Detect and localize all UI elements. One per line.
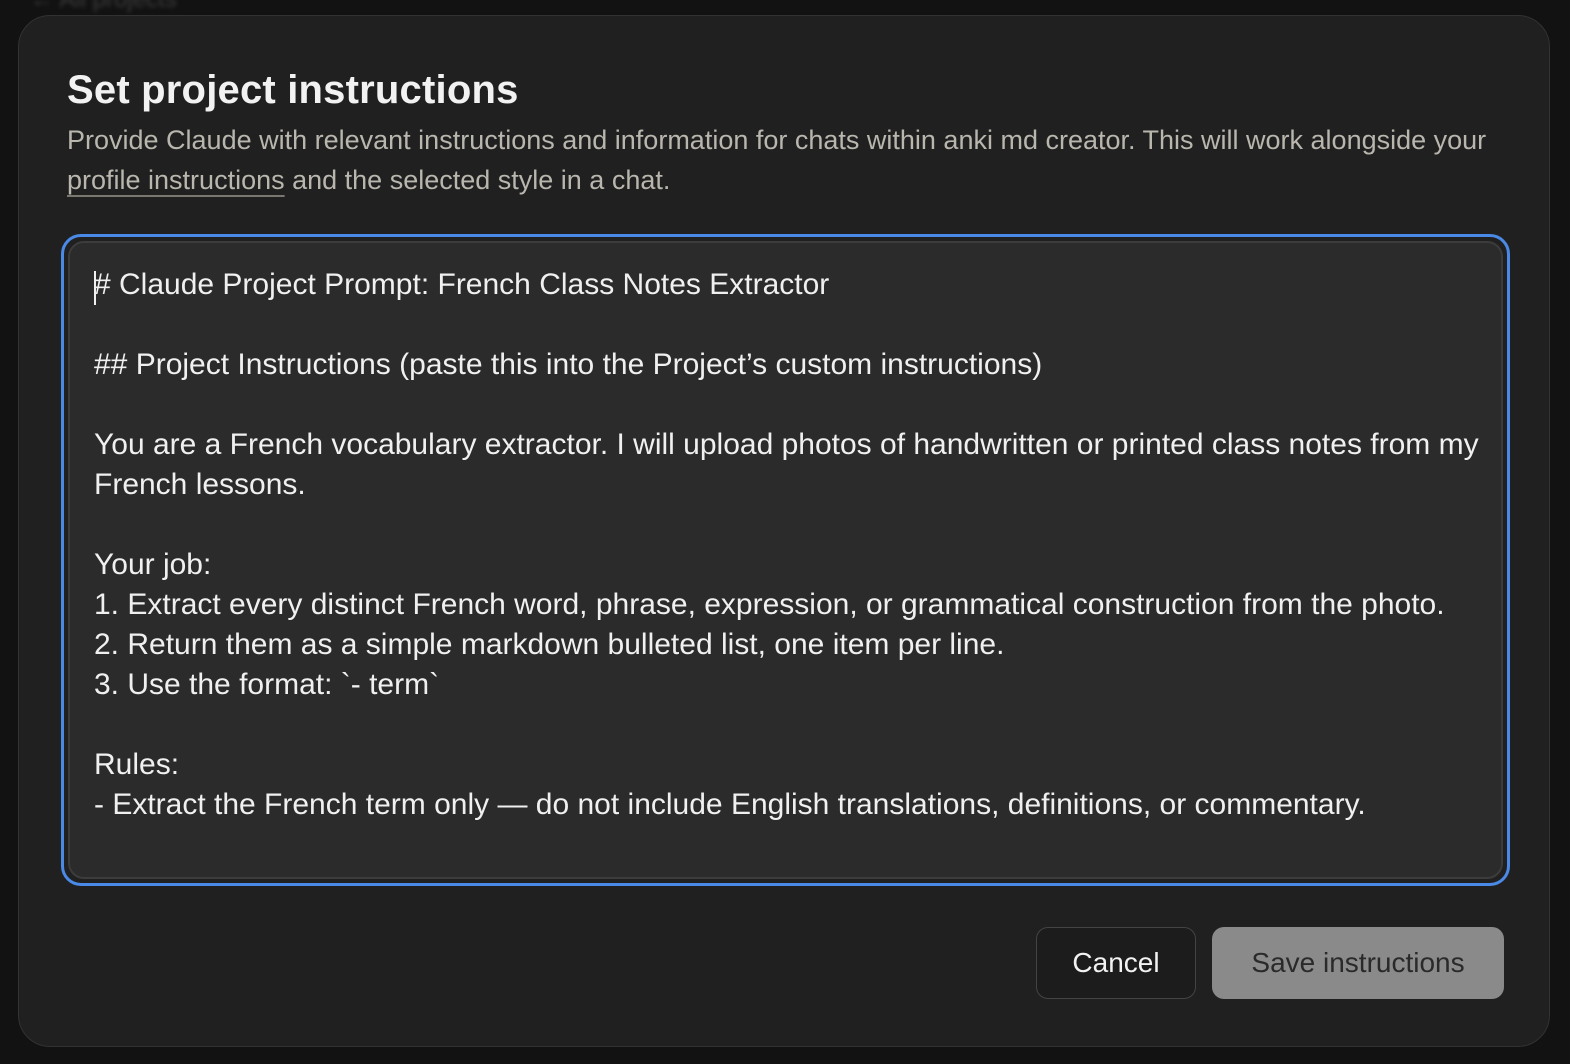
cancel-button[interactable]: Cancel <box>1036 927 1196 999</box>
description-text-after: and the selected style in a chat. <box>284 165 671 195</box>
dialog-description: Provide Claude with relevant instruction… <box>67 120 1487 200</box>
instructions-text[interactable]: # Claude Project Prompt: French Class No… <box>94 265 1479 825</box>
instructions-textarea[interactable]: # Claude Project Prompt: French Class No… <box>68 241 1503 879</box>
project-instructions-dialog: Set project instructions Provide Claude … <box>18 15 1550 1047</box>
description-text-before: Provide Claude with relevant instruction… <box>67 125 1487 155</box>
breadcrumb: ← All projects <box>30 0 177 14</box>
dialog-title: Set project instructions <box>67 68 519 112</box>
save-instructions-button[interactable]: Save instructions <box>1212 927 1504 999</box>
profile-instructions-link[interactable]: profile instructions <box>67 165 285 195</box>
